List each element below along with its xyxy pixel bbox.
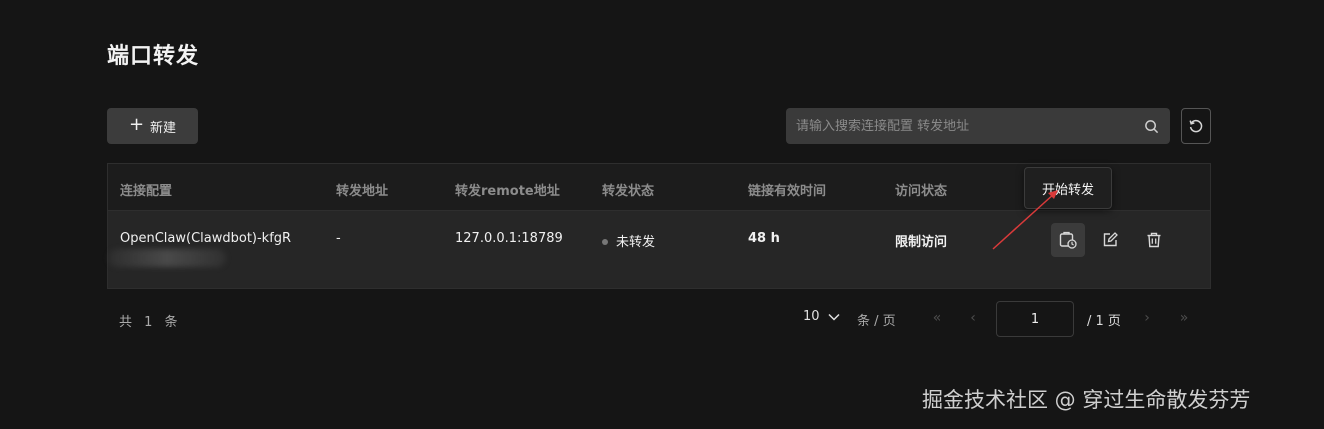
page-size-select[interactable]: 10: [803, 309, 840, 324]
edit-button[interactable]: [1093, 223, 1127, 257]
column-header-status: 转发状态: [602, 184, 655, 199]
delete-button[interactable]: [1137, 223, 1171, 257]
page-size-value: 10: [803, 309, 820, 324]
status-dot: [602, 238, 608, 245]
start-forward-icon: [1059, 231, 1077, 249]
chevron-down-icon: [828, 313, 840, 321]
cell-remote-address: 127.0.0.1:18789: [455, 231, 563, 246]
search-input[interactable]: [796, 118, 1142, 134]
first-page-button[interactable]: «: [925, 306, 949, 330]
trash-icon: [1147, 232, 1161, 248]
cell-valid-time: 48 h: [748, 231, 780, 246]
redacted-text: [108, 249, 226, 267]
next-page-button[interactable]: ›: [1135, 306, 1159, 330]
chevron-right-icon: ›: [1144, 310, 1150, 326]
refresh-button[interactable]: [1181, 108, 1211, 144]
refresh-icon: [1189, 119, 1203, 133]
double-chevron-right-icon: »: [1179, 310, 1189, 326]
double-chevron-left-icon: «: [932, 310, 942, 326]
port-forward-page: 端口转发 + 新建 连接配置 转发地址 转发remote地址 转发状态 链接有效…: [0, 0, 1324, 429]
start-forward-button[interactable]: [1051, 223, 1085, 257]
plus-icon: +: [128, 114, 145, 135]
search-box: [786, 108, 1170, 144]
edit-icon: [1103, 232, 1118, 247]
page-title: 端口转发: [107, 44, 200, 69]
cell-config: OpenClaw(Clawdbot)-kfgR: [120, 231, 292, 246]
search-icon[interactable]: [1142, 117, 1160, 135]
column-header-access-status: 访问状态: [895, 184, 948, 199]
total-pages: / 1 页: [1087, 314, 1121, 329]
cell-access-status: 限制访问: [895, 235, 948, 250]
prev-page-button[interactable]: ‹: [961, 306, 985, 330]
column-header-remote-address: 转发remote地址: [455, 184, 560, 199]
page-size-suffix: 条 / 页: [857, 314, 896, 329]
new-button-label: 新建: [150, 120, 177, 136]
table-row: OpenClaw(Clawdbot)-kfgR - 127.0.0.1:1878…: [108, 211, 1210, 288]
last-page-button[interactable]: »: [1172, 306, 1196, 330]
column-header-valid-time: 链接有效时间: [748, 184, 827, 199]
tooltip: 开始转发: [1024, 167, 1112, 209]
chevron-left-icon: ‹: [970, 310, 976, 326]
page-number-input[interactable]: [996, 301, 1074, 337]
cell-forward-address: -: [336, 231, 341, 246]
new-button[interactable]: + 新建: [107, 108, 198, 144]
cell-status-label: 未转发: [616, 235, 656, 250]
column-header-config: 连接配置: [120, 184, 173, 199]
watermark: 掘金技术社区 @ 穿过生命散发芬芳: [922, 388, 1251, 412]
total-count: 共 1 条: [119, 315, 182, 330]
cell-status: 未转发: [602, 231, 655, 250]
column-header-forward-address: 转发地址: [336, 184, 389, 199]
